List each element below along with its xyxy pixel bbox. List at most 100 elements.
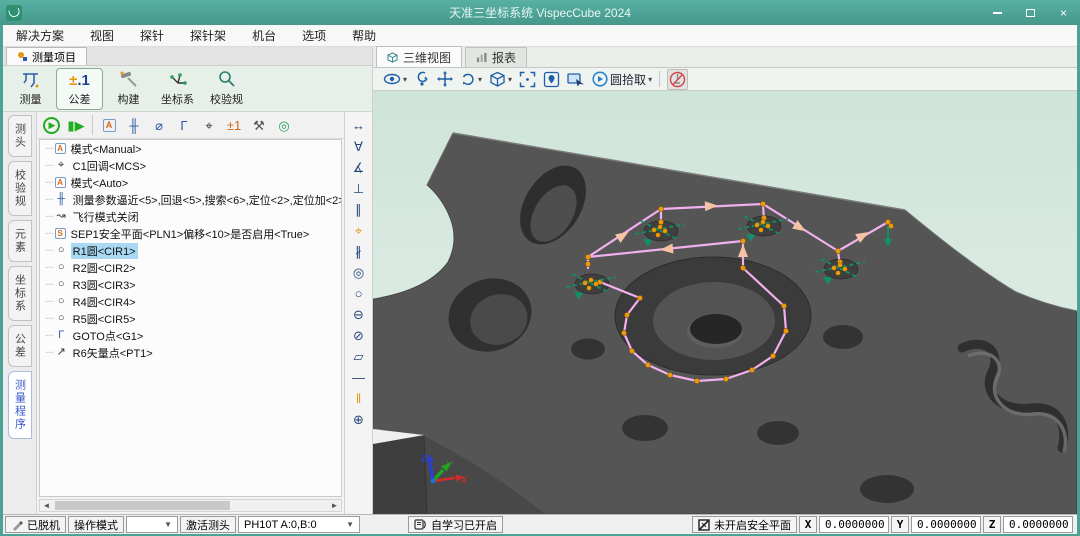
self-learning-status: 自学习已开启 bbox=[408, 516, 503, 533]
perpendicularity-button[interactable]: ⊥ bbox=[348, 179, 370, 198]
tree-item-recall-mcs[interactable]: ⌖ C1回调<MCS> bbox=[40, 157, 341, 174]
construct-ribbon-button[interactable]: 构建 bbox=[105, 68, 152, 110]
tree-item-circle-5[interactable]: ○ R5圆<CIR5> bbox=[40, 310, 341, 327]
side-tab-program[interactable]: 测量程序 bbox=[8, 371, 32, 439]
tree-item-icon: ○ bbox=[55, 279, 68, 290]
triad-y-label: Y bbox=[446, 460, 453, 470]
tree-item-measure-params[interactable]: ╫ 测量参数逼近<5>,回退<5>,搜索<6>,定位<2>,定位加<2>,测量 bbox=[40, 191, 341, 208]
tab-report[interactable]: 报表 bbox=[465, 47, 527, 67]
tree-item-mode-manual[interactable]: A 模式<Manual> bbox=[40, 140, 341, 157]
side-tab-coordsys[interactable]: 坐标系 bbox=[8, 266, 32, 321]
angle-tolerance-button[interactable]: ∡ bbox=[348, 158, 370, 177]
tree-item-circle-1[interactable]: ○ R1圆<CIR1> bbox=[40, 242, 341, 259]
orbit-button[interactable] bbox=[414, 71, 430, 87]
chevron-down-icon: ▼ bbox=[164, 520, 172, 529]
side-tab-gauge[interactable]: 校验规 bbox=[8, 161, 32, 216]
symmetry-button[interactable]: ⊖ bbox=[348, 305, 370, 324]
menu-probe[interactable]: 探针 bbox=[127, 25, 177, 46]
orbit-icon bbox=[414, 71, 430, 87]
minimize-button[interactable] bbox=[981, 0, 1014, 25]
tree-item-flight-mode[interactable]: ↝ 飞行模式关闭 bbox=[40, 208, 341, 225]
scroll-left-icon[interactable]: ◄ bbox=[40, 501, 53, 510]
run-program-button[interactable]: ▶ bbox=[39, 114, 63, 137]
measure-ribbon-button[interactable]: 测量 bbox=[7, 68, 54, 110]
locate-button[interactable] bbox=[543, 71, 560, 88]
probe-disabled-icon bbox=[669, 71, 686, 88]
tolerance-item-button[interactable]: ±1 bbox=[222, 114, 246, 137]
side-tab-elements[interactable]: 元素 bbox=[8, 220, 32, 262]
gauge-ribbon-button[interactable]: 校验规 bbox=[203, 68, 250, 110]
close-button[interactable]: × bbox=[1047, 0, 1080, 25]
mode-button[interactable]: A bbox=[97, 114, 121, 137]
tree-item-icon: ○ bbox=[55, 296, 68, 307]
view-cube-button[interactable]: ▾ bbox=[489, 71, 512, 88]
viewport-3d-scene[interactable]: X Y Z bbox=[373, 91, 1077, 514]
straightness-button[interactable]: ― bbox=[348, 368, 370, 387]
toolbar-divider[interactable] bbox=[89, 115, 96, 135]
fit-screen-icon bbox=[519, 71, 536, 88]
roundness-button[interactable]: ○ bbox=[348, 284, 370, 303]
menu-options[interactable]: 选项 bbox=[289, 25, 339, 46]
concentricity-button[interactable]: ◎ bbox=[348, 263, 370, 282]
tree-item-goto-point[interactable]: Γ GOTO点<G1> bbox=[40, 327, 341, 344]
runout-button[interactable]: ⊘ bbox=[348, 326, 370, 345]
circle-pick-button[interactable]: 圆拾取 ▾ bbox=[592, 71, 652, 88]
maximize-icon bbox=[1026, 9, 1035, 17]
menu-help[interactable]: 帮助 bbox=[339, 25, 389, 46]
menu-probe-rack[interactable]: 探针架 bbox=[177, 25, 239, 46]
construct-item-button[interactable]: ⚒ bbox=[247, 114, 271, 137]
toolbar-icon: ⌀ bbox=[155, 119, 163, 132]
tree-item-vector-point[interactable]: ↗ R6矢量点<PT1> bbox=[40, 344, 341, 361]
measure-item-button[interactable]: ⌀ bbox=[147, 114, 171, 137]
axis-value: 0.0000000 bbox=[1003, 516, 1073, 533]
parallelism-button[interactable]: ∥ bbox=[348, 200, 370, 219]
tab-3d-view[interactable]: 三维视图 bbox=[376, 46, 462, 67]
run-step-button[interactable]: ▮▶ bbox=[64, 114, 88, 137]
viewport-3d[interactable]: X Y Z bbox=[373, 91, 1077, 514]
zoom-fit-button[interactable] bbox=[519, 71, 536, 88]
flatness-button[interactable]: ▱ bbox=[348, 347, 370, 366]
axis-label: Z bbox=[983, 516, 1001, 533]
display-mode-button[interactable] bbox=[567, 71, 585, 87]
probe-position-button[interactable]: ◎ bbox=[272, 114, 296, 137]
menu-machine[interactable]: 机台 bbox=[239, 25, 289, 46]
side-tab-tolerance[interactable]: 公差 bbox=[8, 325, 32, 367]
op-mode-select[interactable]: ▼ bbox=[126, 516, 178, 533]
toolbar-icon: ⚒ bbox=[253, 119, 265, 132]
position-tolerance-button[interactable]: ⌖ bbox=[348, 221, 370, 240]
visibility-button[interactable]: ▾ bbox=[383, 71, 407, 87]
pan-button[interactable] bbox=[437, 71, 453, 87]
line-profile-button[interactable]: ‖ bbox=[348, 389, 370, 408]
tree-item-circle-4[interactable]: ○ R4圆<CIR4> bbox=[40, 293, 341, 310]
rotate-view-button[interactable]: ▾ bbox=[460, 71, 482, 87]
tree-item-circle-3[interactable]: ○ R3圆<CIR3> bbox=[40, 276, 341, 293]
coordsys-item-button[interactable]: ⌖ bbox=[197, 114, 221, 137]
safety-plane-off-icon bbox=[698, 519, 710, 531]
tab-measurement-project[interactable]: 测量项目 bbox=[6, 47, 87, 65]
triad-x-label: X bbox=[460, 475, 468, 485]
probe-disabled-button[interactable] bbox=[667, 69, 688, 90]
tree-item-mode-auto[interactable]: A 模式<Auto> bbox=[40, 174, 341, 191]
tree-item-icon: ⌖ bbox=[55, 160, 68, 171]
tolerance-ribbon-button[interactable]: ±.1 公差 bbox=[56, 68, 103, 110]
total-runout-button[interactable]: ⊕ bbox=[348, 410, 370, 429]
distance-tolerance-button[interactable]: ↔ bbox=[348, 116, 370, 135]
tree-horizontal-scrollbar[interactable]: ◄ ► bbox=[39, 499, 342, 512]
tree-item-label: R1圆<CIR1> bbox=[71, 243, 138, 259]
tolerance-icon: ±.1 bbox=[69, 70, 90, 90]
coordsys-ribbon-button[interactable]: 坐标系 bbox=[154, 68, 201, 110]
active-probe-select[interactable]: PH10T A:0,B:0 ▼ bbox=[238, 516, 360, 533]
goto-item-button[interactable]: Γ bbox=[172, 114, 196, 137]
menu-solution[interactable]: 解决方案 bbox=[3, 25, 77, 46]
scrollbar-thumb[interactable] bbox=[55, 501, 230, 510]
angularity-button[interactable]: ∦ bbox=[348, 242, 370, 261]
angle-between-button[interactable]: ∀ bbox=[348, 137, 370, 156]
measure-params-button[interactable]: ╫ bbox=[122, 114, 146, 137]
tree-item-safety-plane[interactable]: S SEP1安全平面<PLN1>偏移<10>是否启用<True> bbox=[40, 225, 341, 242]
side-tab-probe[interactable]: 测头 bbox=[8, 115, 32, 157]
tree-item-circle-2[interactable]: ○ R2圆<CIR2> bbox=[40, 259, 341, 276]
pen-icon bbox=[11, 519, 23, 531]
scroll-right-icon[interactable]: ► bbox=[328, 501, 341, 510]
menu-view[interactable]: 视图 bbox=[77, 25, 127, 46]
maximize-button[interactable] bbox=[1014, 0, 1047, 25]
